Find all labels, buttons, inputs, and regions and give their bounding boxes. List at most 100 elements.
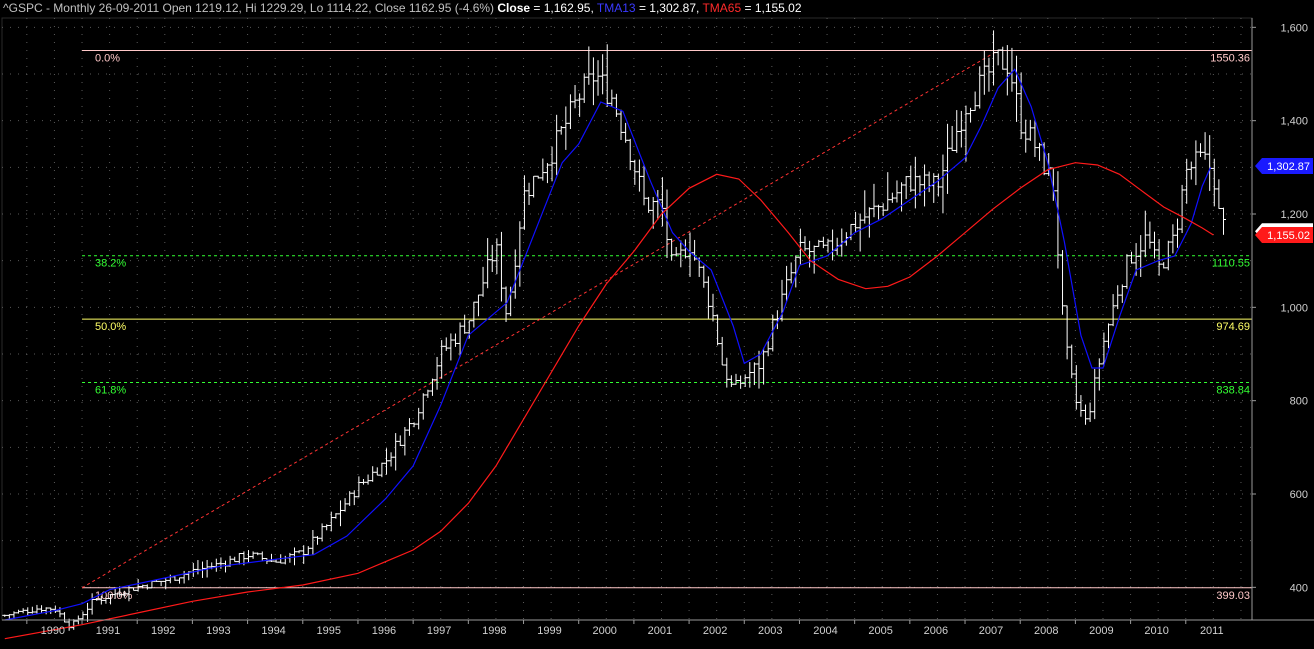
price-bar <box>16 609 22 614</box>
price-bar <box>406 418 412 436</box>
x-tick-label: 1999 <box>537 625 561 637</box>
price-bar <box>1216 179 1222 210</box>
price-bar <box>908 165 914 192</box>
price-bar <box>411 422 417 428</box>
price-bar <box>922 164 928 207</box>
price-bar <box>1092 368 1098 420</box>
price-bar <box>1152 231 1158 259</box>
x-tick-label: 2007 <box>979 625 1003 637</box>
price-bar <box>600 54 606 95</box>
price-bar <box>742 374 748 387</box>
price-bar <box>857 213 863 252</box>
price-bar <box>498 231 504 302</box>
price-bar <box>508 286 514 317</box>
price-bar <box>512 249 518 299</box>
price-bar <box>397 435 403 446</box>
fib-value-label: 838.84 <box>1216 385 1250 397</box>
price-bar <box>1060 250 1066 315</box>
price-bar <box>701 265 707 288</box>
price-chart[interactable]: 0.0% 1550.36 38.2% 1110.55 50.0% 974.69 61.8% 8… <box>0 0 1314 649</box>
price-bar <box>439 340 445 379</box>
price-bar <box>618 109 624 140</box>
price-bar <box>687 232 693 277</box>
price-bar <box>52 605 58 613</box>
price-bar <box>751 362 757 386</box>
axes-layer: 400 600 800 1,000 1,200 1,400 1,600 1990 1991 199… <box>2 18 1314 637</box>
fib-pct-label: 50.0% <box>95 321 126 333</box>
y-tick-label: 400 <box>1290 582 1308 594</box>
price-bar <box>1188 161 1194 180</box>
price-bar <box>820 236 826 249</box>
price-bar <box>2 614 8 617</box>
price-bar <box>705 276 711 319</box>
price-bar <box>420 393 426 420</box>
price-bar <box>866 207 872 238</box>
price-bar <box>567 94 573 130</box>
price-bar <box>719 336 725 366</box>
price-bar <box>825 238 831 253</box>
y-tick-label: 800 <box>1290 396 1308 408</box>
price-bar <box>232 556 238 563</box>
price-bar <box>889 192 895 203</box>
x-tick-label: 1997 <box>427 625 451 637</box>
price-bar <box>370 466 376 482</box>
price-bar <box>328 511 334 532</box>
fib-pct-label: 0.0% <box>95 52 120 64</box>
price-bar <box>609 89 615 107</box>
x-tick-label: 2003 <box>758 625 782 637</box>
price-bar <box>282 555 288 565</box>
x-tick-label: 2004 <box>813 625 837 637</box>
price-bar <box>255 552 261 556</box>
price-bar <box>1142 210 1148 258</box>
price-bar <box>356 476 362 498</box>
price-bar <box>383 448 389 475</box>
price-bar <box>1078 395 1084 417</box>
price-bar <box>1220 207 1226 235</box>
price-bar <box>940 154 946 214</box>
price-bar <box>949 125 955 151</box>
price-bar <box>1110 294 1116 327</box>
fib-value-label: 974.69 <box>1216 321 1250 333</box>
price-bar <box>1138 235 1144 277</box>
price-bar <box>296 550 302 554</box>
price-bar <box>393 433 399 471</box>
price-bar <box>379 462 385 478</box>
price-bar <box>646 196 652 213</box>
tma13-value-badge: 1,302.87 <box>1255 157 1313 174</box>
price-bar <box>558 126 564 135</box>
price-bar <box>43 607 49 615</box>
price-bar <box>374 467 380 476</box>
value-badge-label: 1,155.02 <box>1267 230 1310 242</box>
value-badge-label: 1,302.87 <box>1267 161 1310 173</box>
price-bar <box>20 608 26 614</box>
price-bar <box>590 57 596 106</box>
price-bar <box>333 513 339 519</box>
x-tick-label: 2006 <box>924 625 948 637</box>
price-bar <box>471 301 477 328</box>
x-tick-label: 1991 <box>96 625 120 637</box>
y-tick-label: 600 <box>1290 489 1308 501</box>
price-bar <box>434 356 440 390</box>
price-bar <box>650 197 656 229</box>
x-tick-label: 2002 <box>703 625 727 637</box>
x-tick-label: 2005 <box>868 625 892 637</box>
x-tick-label: 1996 <box>372 625 396 637</box>
price-bar <box>880 203 886 216</box>
price-bar <box>935 173 941 197</box>
price-bar <box>324 524 330 531</box>
price-bar <box>223 560 229 573</box>
price-bar <box>595 60 601 96</box>
price-bar <box>177 577 183 584</box>
price-bar <box>1174 218 1180 248</box>
price-bar <box>885 172 891 211</box>
price-bar <box>968 107 974 123</box>
x-tick-label: 2011 <box>1200 625 1224 637</box>
price-bar <box>462 314 468 334</box>
price-bar <box>659 177 665 227</box>
y-tick-label: 1,600 <box>1280 22 1308 34</box>
price-bar <box>517 221 523 287</box>
price-bar <box>972 91 978 111</box>
price-bar <box>604 44 610 107</box>
price-bar <box>71 619 77 630</box>
x-tick-label: 2010 <box>1144 625 1168 637</box>
